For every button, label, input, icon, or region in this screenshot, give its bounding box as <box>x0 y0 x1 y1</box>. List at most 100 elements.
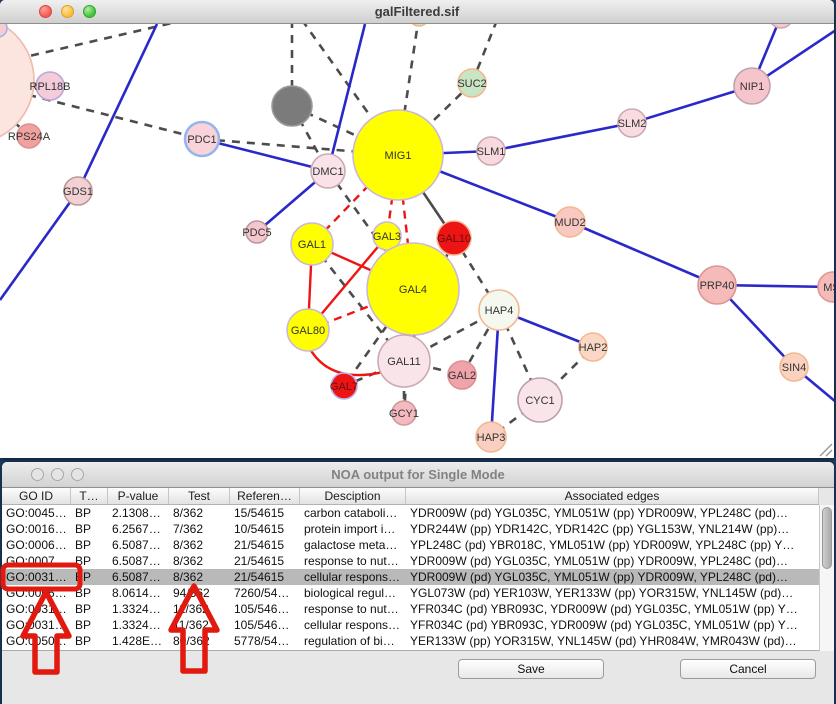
table-cell: 6.5087… <box>108 553 169 569</box>
table-cell: GO:0050… <box>2 633 71 649</box>
table-cell: 94/362 <box>169 585 230 601</box>
table-cell: BP <box>71 521 108 537</box>
network-window-title: galFiltered.sif <box>0 0 834 23</box>
table-cell: 5778/54… <box>230 633 300 649</box>
noa-output-titlebar[interactable]: NOA output for Single Mode <box>2 462 834 488</box>
table-cell: regulation of bi… <box>300 633 406 649</box>
table-row[interactable]: GO:0050…BP1.428E…80/3625778/54…regulatio… <box>2 633 819 649</box>
table-cell: 2.1308… <box>108 505 169 521</box>
network-node-TOPPINK[interactable] <box>769 24 793 28</box>
column-header[interactable]: GO ID <box>2 488 71 504</box>
table-cell: 21/54615 <box>230 569 300 585</box>
table-cell: galactose meta… <box>300 537 406 553</box>
table-cell: YDR244W (pp) YDR142C, YDR142C (pp) YGL15… <box>406 521 819 537</box>
table-cell: BP <box>71 553 108 569</box>
node-label-GAL3: GAL3 <box>373 231 401 243</box>
table-cell: 6.5087… <box>108 537 169 553</box>
table-cell: 21/54615 <box>230 537 300 553</box>
table-cell: GO:0016… <box>2 521 71 537</box>
table-row[interactable]: GO:0016…BP6.2567…7/36210/54615protein im… <box>2 521 819 537</box>
column-header[interactable]: Test <box>169 488 230 504</box>
column-header[interactable]: Referen… <box>230 488 300 504</box>
table-cell: 80/362 <box>169 633 230 649</box>
table-cell: YDR009W (pd) YGL035C, YML051W (pp) YDR00… <box>406 569 819 585</box>
table-cell: 6.5087… <box>108 569 169 585</box>
network-edge[interactable] <box>0 191 78 300</box>
node-label-GCY1: GCY1 <box>389 408 419 420</box>
network-node-TOPGREEN[interactable] <box>409 24 429 26</box>
save-button[interactable]: Save <box>458 659 604 679</box>
vertical-scrollbar[interactable] <box>819 505 834 651</box>
table-cell: BP <box>71 585 108 601</box>
table-cell: GO:0031… <box>2 601 71 617</box>
table-row[interactable]: GO:0065…BP8.0614…94/3627260/54…biologica… <box>2 585 819 601</box>
table-cell: cellular respons… <box>300 569 406 585</box>
table-cell: BP <box>71 601 108 617</box>
network-node-GRAY[interactable] <box>272 86 312 126</box>
table-cell: 8/362 <box>169 505 230 521</box>
node-label-SUC2: SUC2 <box>457 78 486 90</box>
column-header[interactable]: T… <box>71 488 108 504</box>
node-label-DMC1: DMC1 <box>312 166 343 178</box>
table-cell: YPL248C (pd) YBR018C, YML051W (pp) YDR00… <box>406 537 819 553</box>
table-cell: BP <box>71 505 108 521</box>
column-header[interactable]: P-value <box>108 488 169 504</box>
table-cell: GO:0065… <box>2 585 71 601</box>
table-cell: BP <box>71 633 108 649</box>
table-row[interactable]: GO:0031…BP6.5087…8/36221/54615cellular r… <box>2 569 819 585</box>
node-label-RPS24A: RPS24A <box>8 131 51 143</box>
resize-grip-icon[interactable] <box>820 444 832 456</box>
table-row[interactable]: GO:0031…BP1.3324…11/362105/546…response … <box>2 601 819 617</box>
table-cell: 8.0614… <box>108 585 169 601</box>
table-cell: 15/54615 <box>230 505 300 521</box>
table-row[interactable]: GO:0006…BP6.5087…8/36221/54615galactose … <box>2 537 819 553</box>
network-edge[interactable] <box>78 24 157 191</box>
table-cell: cellular respons… <box>300 617 406 633</box>
noa-output-title: NOA output for Single Mode <box>2 462 834 487</box>
node-label-GDS1: GDS1 <box>63 186 93 198</box>
network-edge[interactable] <box>491 123 632 151</box>
table-row[interactable]: GO:0031…BP1.3324…11/362105/546…cellular … <box>2 617 819 633</box>
results-table: GO:0045…BP2.1308…8/36215/54615carbon cat… <box>2 505 819 651</box>
noa-output-window: NOA output for Single Mode GO IDT…P-valu… <box>2 462 834 704</box>
node-label-MSI: MSI <box>823 282 834 294</box>
table-cell: BP <box>71 617 108 633</box>
cancel-button[interactable]: Cancel <box>680 659 816 679</box>
node-label-HAP4: HAP4 <box>485 305 514 317</box>
node-label-CYC1: CYC1 <box>525 395 554 407</box>
table-cell: 1.3324… <box>108 617 169 633</box>
table-cell: GO:0031… <box>2 617 71 633</box>
table-cell: response to nut… <box>300 553 406 569</box>
node-label-PDC1: PDC1 <box>187 134 216 146</box>
table-cell: 1.3324… <box>108 601 169 617</box>
table-row[interactable]: GO:0007…BP6.5087…8/36221/54615response t… <box>2 553 819 569</box>
node-label-HAP2: HAP2 <box>579 342 608 354</box>
column-header[interactable]: Associated edges <box>406 488 819 504</box>
network-edge[interactable] <box>310 349 383 375</box>
node-label-SIN4: SIN4 <box>782 362 806 374</box>
network-canvas[interactable]: RPL18BRPS24AGDS1PDC1PDC5DMC1MIG1SLM1SUC2… <box>0 24 834 458</box>
table-cell: response to nut… <box>300 601 406 617</box>
table-cell: GO:0031… <box>2 569 71 585</box>
network-edge[interactable] <box>570 222 717 285</box>
table-cell: 8/362 <box>169 553 230 569</box>
table-cell: biological regul… <box>300 585 406 601</box>
node-label-GAL4: GAL4 <box>399 284 427 296</box>
table-cell: 1.428E… <box>108 633 169 649</box>
network-edge[interactable] <box>12 24 185 60</box>
node-label-SLM1: SLM1 <box>477 146 506 158</box>
node-label-GAL2: GAL2 <box>448 370 476 382</box>
table-cell: 8/362 <box>169 537 230 553</box>
table-cell: YFR034C (pd) YBR093C, YDR009W (pd) YGL03… <box>406 601 819 617</box>
table-row[interactable]: GO:0045…BP2.1308…8/36215/54615carbon cat… <box>2 505 819 521</box>
network-window-titlebar[interactable]: galFiltered.sif <box>0 0 834 24</box>
table-cell: YDR009W (pd) YGL035C, YML051W (pp) YDR00… <box>406 505 819 521</box>
node-label-GAL1: GAL1 <box>298 239 326 251</box>
scrollbar-thumb[interactable] <box>822 507 832 569</box>
node-label-PRP40: PRP40 <box>700 280 735 292</box>
network-edge[interactable] <box>632 86 752 123</box>
table-cell: BP <box>71 569 108 585</box>
table-cell: 21/54615 <box>230 553 300 569</box>
node-label-GAL11: GAL11 <box>387 356 420 368</box>
column-header[interactable]: Desciption <box>300 488 406 504</box>
